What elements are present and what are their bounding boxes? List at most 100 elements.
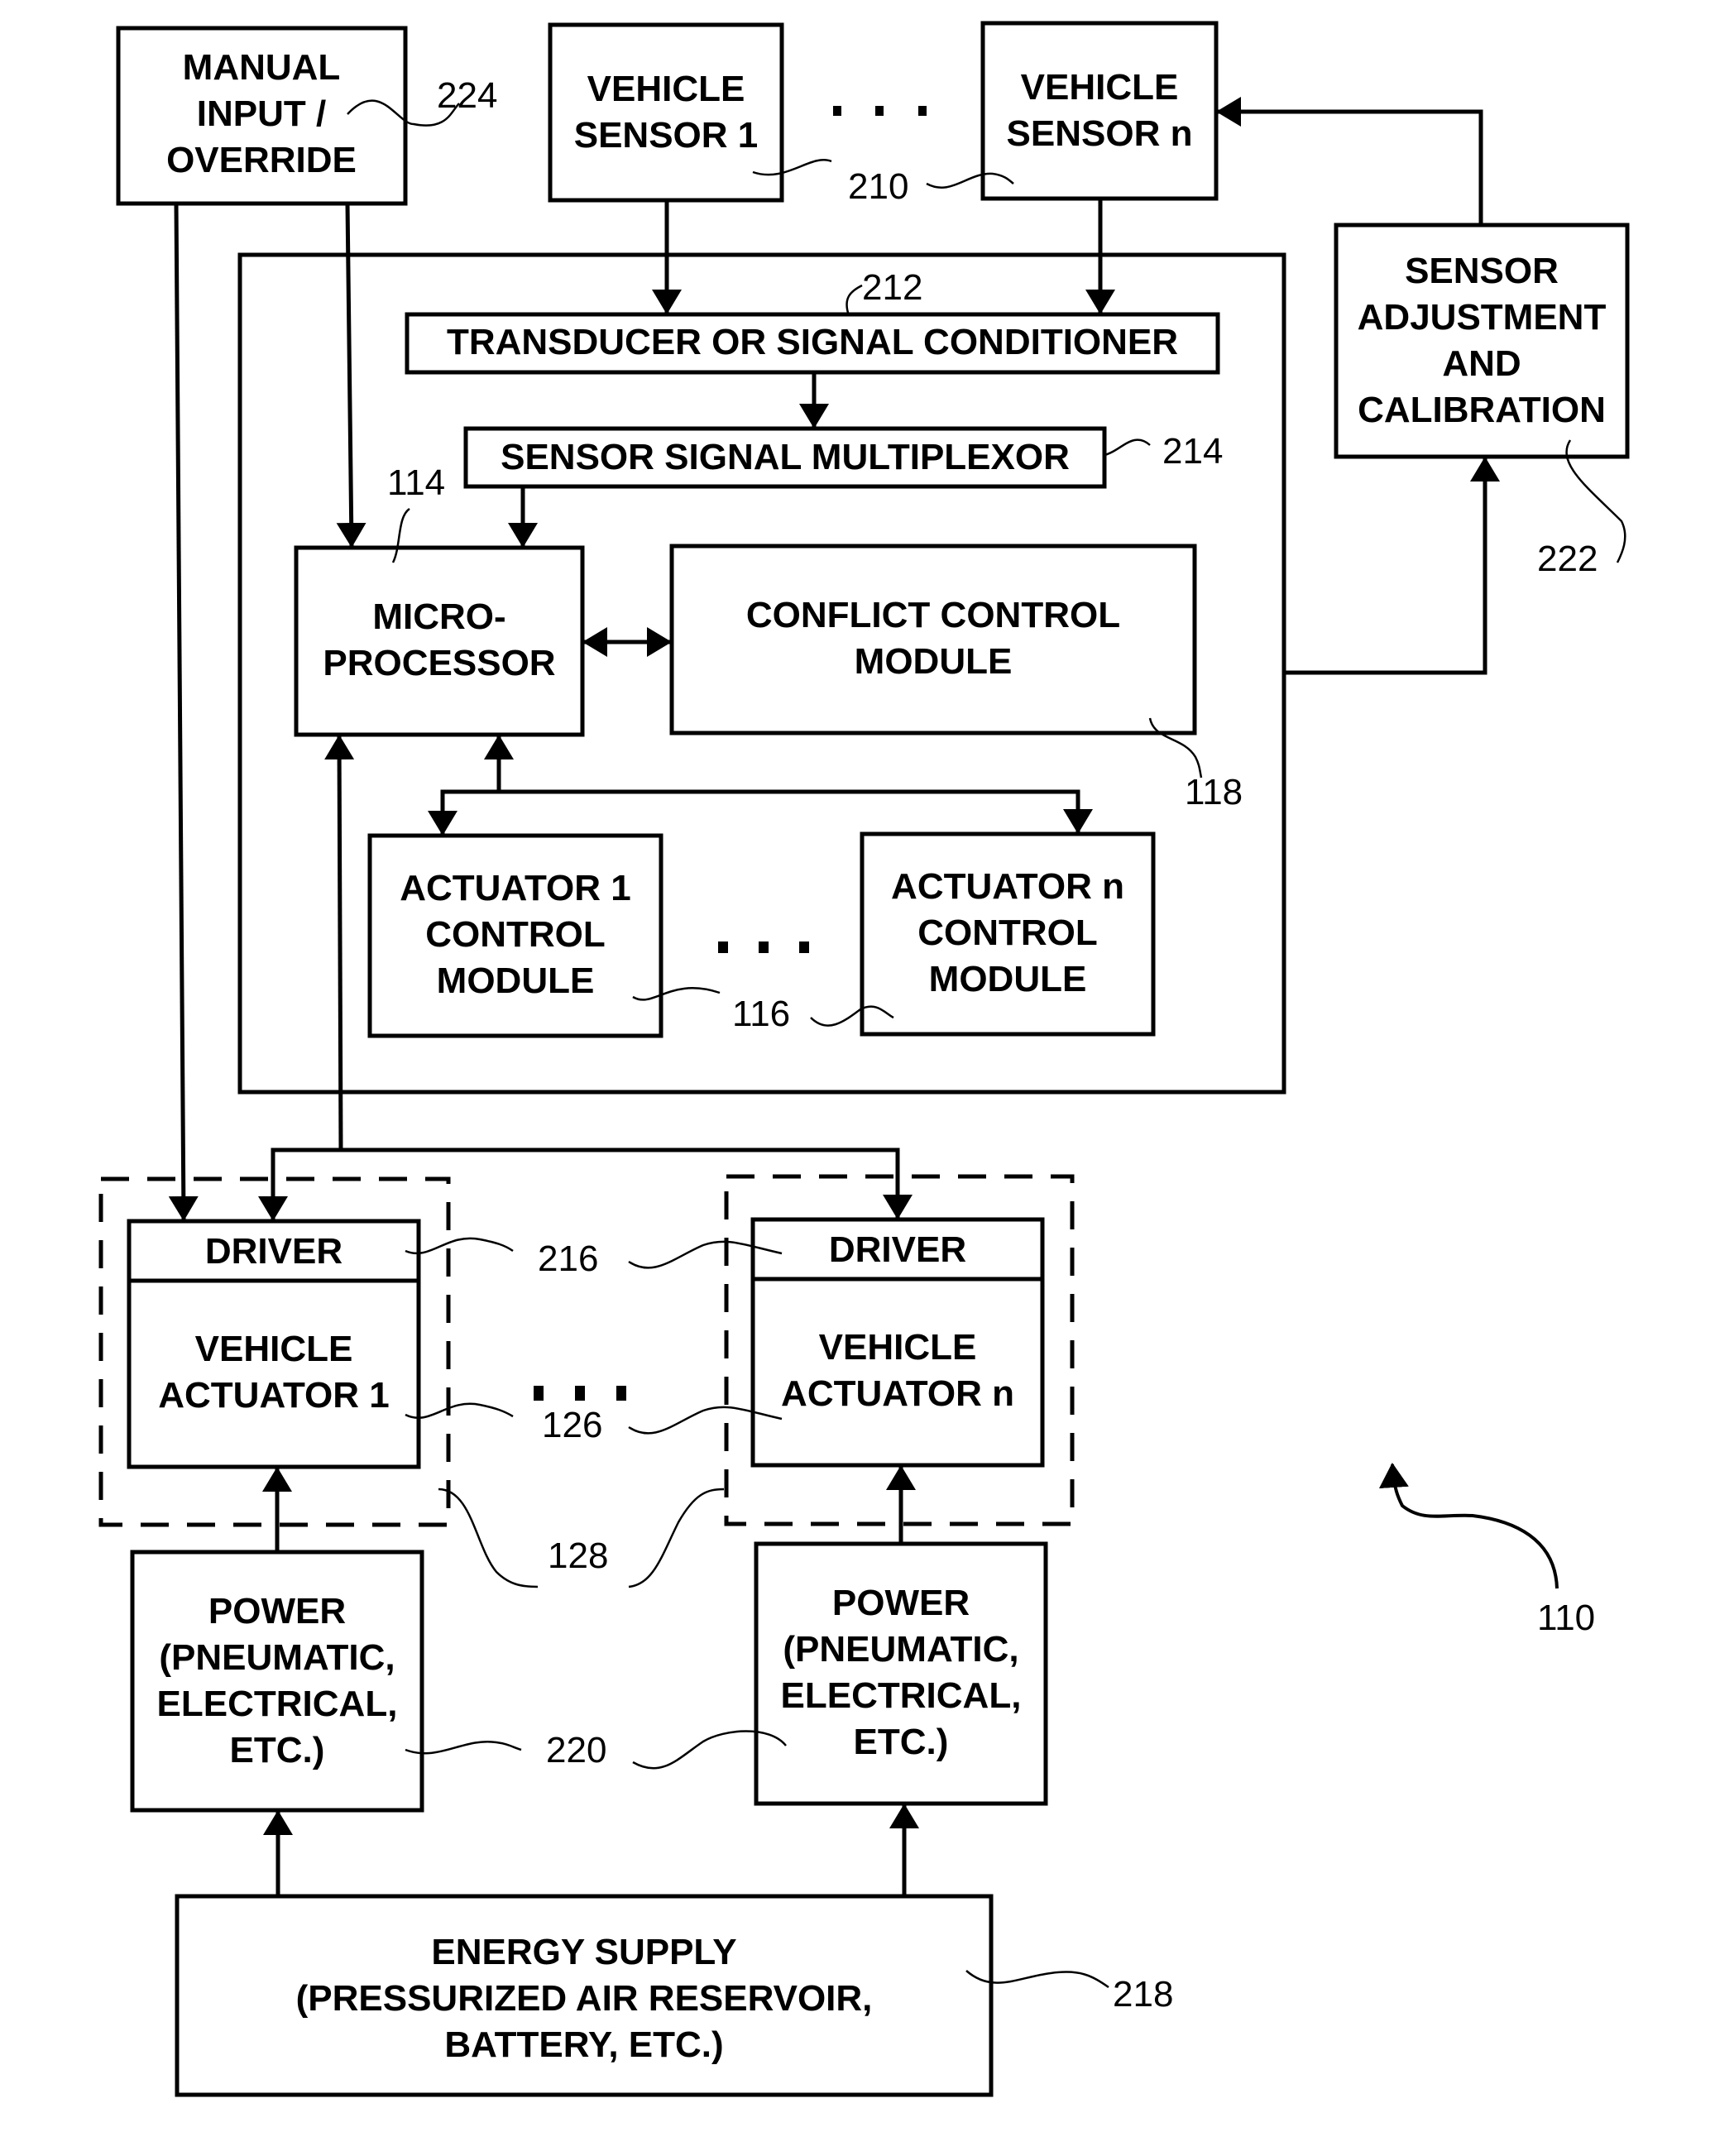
svg-text:POWER: POWER: [208, 1591, 346, 1631]
svg-text:PROCESSOR: PROCESSOR: [323, 643, 555, 683]
sensor-adjustment-to-sensor-n-arrow: [1216, 97, 1483, 225]
svg-text:VEHICLE: VEHICLE: [1021, 67, 1179, 108]
svg-text:SENSOR: SENSOR: [1405, 251, 1559, 291]
svg-text:ENERGY SUPPLY: ENERGY SUPPLY: [431, 1932, 736, 1972]
energy-supply-line-1: ENERGY SUPPLY: [431, 1932, 736, 1972]
svg-text:CONFLICT CONTROL: CONFLICT CONTROL: [746, 595, 1120, 635]
svg-text:MANUAL: MANUAL: [183, 47, 341, 88]
power-1-block: POWER (PNEUMATIC, ELECTRICAL, ETC.): [130, 1550, 424, 1813]
vehicle-sensor-n-block: VEHICLE SENSOR n: [980, 21, 1219, 201]
svg-text:ETC.): ETC.): [854, 1722, 949, 1762]
ref-128: 128: [548, 1536, 608, 1576]
actuator-n-control-line-3: MODULE: [929, 959, 1087, 999]
vehicle-actuator-n-line-1: VEHICLE: [819, 1327, 977, 1368]
svg-text:VEHICLE: VEHICLE: [819, 1327, 977, 1368]
svg-text:MODULE: MODULE: [929, 959, 1087, 999]
actuator-1-control-line-3: MODULE: [437, 961, 595, 1001]
sensor-adjustment-line-4: CALIBRATION: [1358, 390, 1606, 430]
ref-116: 116: [732, 994, 790, 1034]
driver-n-label: DRIVER: [829, 1229, 966, 1270]
figure-ref-arrow: [1378, 1463, 1559, 1589]
system-block-diagram: MANUAL INPUT / OVERRIDE 224 VEHICLE SENS…: [98, 21, 1630, 2097]
svg-text:CALIBRATION: CALIBRATION: [1358, 390, 1606, 430]
ref-222: 222: [1537, 539, 1598, 579]
vehicle-sensor-n-line-2: SENSOR n: [1007, 113, 1193, 154]
transducer-label: TRANSDUCER OR SIGNAL CONDITIONER: [447, 322, 1178, 362]
power-1-line-4: ETC.): [230, 1730, 325, 1770]
leader-128-right: [628, 1488, 725, 1588]
actuator-n-control-line-2: CONTROL: [917, 913, 1098, 953]
sensor-ellipsis: [833, 106, 927, 116]
vehicle-actuator-1-line-1: VEHICLE: [195, 1329, 353, 1369]
svg-text:VEHICLE: VEHICLE: [587, 69, 745, 109]
controller-to-sensor-adjustment-arrow: [1284, 457, 1500, 675]
power-1-line-3: ELECTRICAL,: [157, 1684, 398, 1724]
ref-210: 210: [848, 166, 908, 207]
energy-supply-line-3: BATTERY, ETC.): [444, 2024, 723, 2065]
svg-text:MICRO-: MICRO-: [372, 596, 505, 637]
svg-text:SENSOR SIGNAL MULTIPLEXOR: SENSOR SIGNAL MULTIPLEXOR: [501, 437, 1070, 477]
sensor-signal-multiplexor-block: SENSOR SIGNAL MULTIPLEXOR: [463, 426, 1107, 489]
manual-input-override-block: MANUAL INPUT / OVERRIDE: [116, 26, 408, 206]
manual-input-line-3: OVERRIDE: [166, 140, 357, 180]
vehicle-sensor-1-line-2: SENSOR 1: [574, 115, 759, 156]
svg-text:ACTUATOR n: ACTUATOR n: [891, 866, 1124, 907]
sensor-adjustment-calibration-block: SENSOR ADJUSTMENT AND CALIBRATION: [1334, 223, 1630, 459]
actuator-ellipsis: [534, 1386, 626, 1401]
svg-text:DRIVER: DRIVER: [205, 1231, 343, 1272]
svg-text:ADJUSTMENT: ADJUSTMENT: [1358, 297, 1607, 338]
svg-text:VEHICLE: VEHICLE: [195, 1329, 353, 1369]
ref-212: 212: [862, 267, 922, 308]
actuator-n-control-line-1: ACTUATOR n: [891, 866, 1124, 907]
svg-text:OVERRIDE: OVERRIDE: [166, 140, 357, 180]
driver-actuator-n-block: DRIVER VEHICLE ACTUATOR n: [750, 1217, 1045, 1468]
svg-text:CONTROL: CONTROL: [425, 914, 606, 955]
svg-text:SENSOR 1: SENSOR 1: [574, 115, 759, 156]
power-n-line-3: ELECTRICAL,: [781, 1675, 1022, 1716]
drivers-bus: [271, 1147, 900, 1219]
svg-text:BATTERY, ETC.): BATTERY, ETC.): [444, 2024, 723, 2065]
ref-216: 216: [538, 1239, 598, 1279]
ref-114: 114: [387, 462, 445, 503]
actuator-1-control-line-2: CONTROL: [425, 914, 606, 955]
manual-input-line-2: INPUT /: [197, 93, 326, 134]
manual-to-driver-1-arrow: [168, 203, 199, 1221]
svg-text:MODULE: MODULE: [855, 641, 1013, 682]
leader-128-left: [438, 1488, 539, 1588]
microprocessor-line-2: PROCESSOR: [323, 643, 555, 683]
microprocessor-line-1: MICRO-: [372, 596, 505, 637]
conflict-control-line-2: MODULE: [855, 641, 1013, 682]
power-n-line-4: ETC.): [854, 1722, 949, 1762]
svg-text:CONTROL: CONTROL: [917, 913, 1098, 953]
svg-text:SENSOR n: SENSOR n: [1007, 113, 1193, 154]
ref-118: 118: [1185, 772, 1243, 812]
svg-text:ACTUATOR 1: ACTUATOR 1: [400, 868, 631, 908]
energy-supply-block: ENERGY SUPPLY (PRESSURIZED AIR RESERVOIR…: [175, 1894, 994, 2097]
ref-126: 126: [542, 1405, 602, 1445]
svg-text:(PNEUMATIC,: (PNEUMATIC,: [159, 1637, 395, 1678]
conflict-control-module-block: CONFLICT CONTROL MODULE: [669, 544, 1197, 735]
vehicle-sensor-1-line-1: VEHICLE: [587, 69, 745, 109]
leader-216-left: [405, 1237, 514, 1255]
svg-text:AND: AND: [1442, 343, 1521, 384]
power-n-block: POWER (PNEUMATIC, ELECTRICAL, ETC.): [754, 1541, 1048, 1806]
power-1-line-1: POWER: [208, 1591, 346, 1631]
vehicle-actuator-1-line-2: ACTUATOR 1: [158, 1375, 390, 1416]
svg-text:DRIVER: DRIVER: [829, 1229, 966, 1270]
ref-110: 110: [1537, 1598, 1595, 1638]
svg-text:POWER: POWER: [832, 1583, 970, 1623]
svg-text:(PNEUMATIC,: (PNEUMATIC,: [783, 1629, 1018, 1670]
ref-220: 220: [546, 1730, 606, 1770]
vehicle-sensor-1-block: VEHICLE SENSOR 1: [548, 22, 784, 203]
sensor-adjustment-line-3: AND: [1442, 343, 1521, 384]
actuator-1-control-line-1: ACTUATOR 1: [400, 868, 631, 908]
power-n-line-2: (PNEUMATIC,: [783, 1629, 1018, 1670]
vehicle-actuator-n-line-2: ACTUATOR n: [781, 1373, 1014, 1414]
svg-text:ACTUATOR 1: ACTUATOR 1: [158, 1375, 390, 1416]
drivers-to-microprocessor-arrow: [324, 735, 355, 1151]
svg-text:ETC.): ETC.): [230, 1730, 325, 1770]
ref-224: 224: [437, 75, 497, 116]
svg-text:MODULE: MODULE: [437, 961, 595, 1001]
sensor-adjustment-line-1: SENSOR: [1405, 251, 1559, 291]
actuator-n-control-module-block: ACTUATOR n CONTROL MODULE: [860, 831, 1156, 1037]
